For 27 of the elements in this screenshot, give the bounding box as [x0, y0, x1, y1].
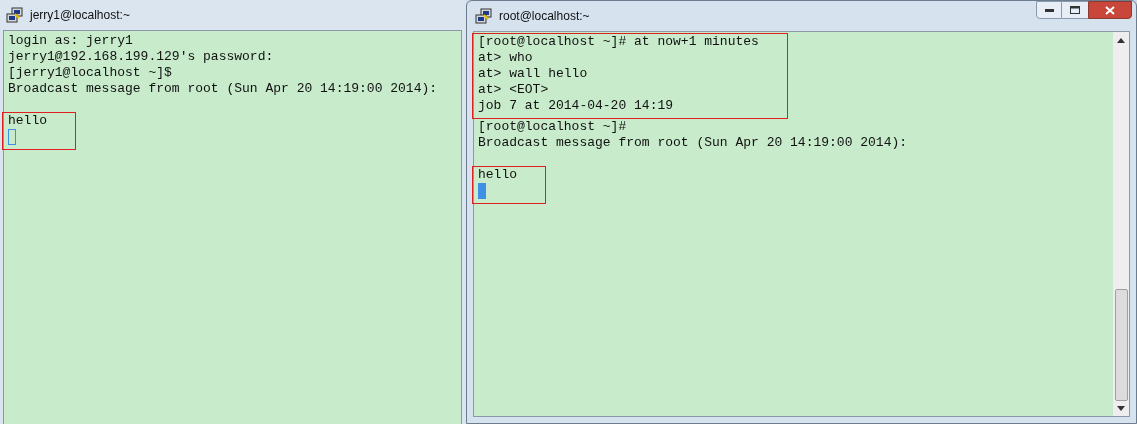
scroll-down-icon [1117, 406, 1125, 411]
terminal-line: job 7 at 2014-04-20 14:19 [478, 98, 674, 114]
minimize-button[interactable] [1036, 1, 1062, 19]
terminal-line: Broadcast message from root (Sun Apr 20 14:19:00 2014): [478, 135, 908, 151]
terminal-line: at> who [478, 50, 533, 66]
terminal-line: hello [478, 167, 517, 183]
close-icon [1105, 5, 1115, 15]
terminal-line: Broadcast message from root (Sun Apr 20 14:19:00 2014): [8, 81, 438, 97]
window-title: jerry1@localhost:~ [30, 7, 131, 24]
scroll-up-icon [1117, 38, 1125, 43]
terminal-app-icon [6, 7, 24, 23]
terminal-line: at> <EOT> [478, 82, 549, 98]
terminal-line: [root@localhost ~]# [478, 119, 627, 135]
terminal-line: at> wall hello [478, 66, 588, 82]
terminal-line: jerry1@192.168.199.129's password: [8, 49, 274, 65]
terminal-line: login as: jerry1 [8, 33, 133, 49]
terminal-line: [root@localhost ~]# at now+1 minutes [478, 34, 759, 50]
maximize-icon [1070, 6, 1080, 14]
close-button[interactable] [1088, 1, 1132, 19]
window-title: root@localhost:~ [499, 8, 591, 25]
scroll-thumb[interactable] [1114, 289, 1128, 401]
scrollbar[interactable] [1113, 32, 1129, 416]
minimize-icon [1044, 8, 1054, 12]
terminal-app-icon [475, 8, 493, 24]
maximize-button[interactable] [1062, 1, 1088, 19]
terminal-line: hello [8, 113, 47, 129]
terminal-line: [jerry1@localhost ~]$ [8, 65, 172, 81]
